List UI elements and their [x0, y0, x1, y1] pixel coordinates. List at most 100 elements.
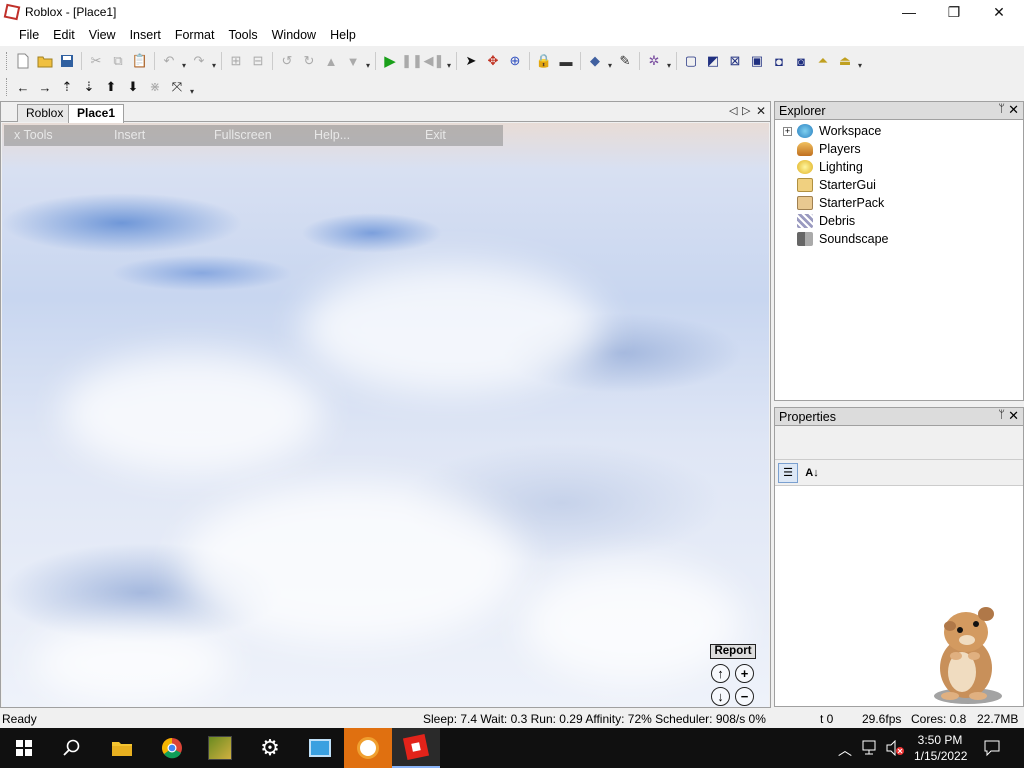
surface-dropdown-icon[interactable]: ▾ — [665, 50, 673, 72]
menu-help[interactable]: Help — [323, 28, 363, 42]
game-menu-fullscreen[interactable]: Fullscreen — [214, 128, 272, 142]
new-file-icon[interactable] — [12, 50, 34, 72]
menu-format[interactable]: Format — [168, 28, 222, 42]
toolbar-grip-2[interactable] — [6, 78, 9, 96]
volume-muted-icon[interactable] — [885, 740, 905, 756]
toolbar-grip[interactable] — [6, 52, 9, 70]
rotate-left-icon[interactable]: ↺ — [276, 50, 298, 72]
close-button[interactable]: ✕ — [976, 0, 1022, 24]
lock-icon[interactable]: 🔒 — [533, 50, 555, 72]
tab-close-icon[interactable]: ✕ — [756, 104, 766, 118]
anchor-icon[interactable]: ▬ — [555, 50, 577, 72]
tab-next-icon[interactable]: ▷ — [742, 104, 750, 117]
explorer-pin-icon[interactable]: ᛘ — [998, 103, 1005, 115]
tree-item-starterpack[interactable]: StarterPack — [775, 194, 1023, 212]
undo-dropdown-icon[interactable]: ▾ — [180, 50, 188, 72]
glue-surface-icon[interactable]: ◩ — [702, 50, 724, 72]
camera-tilt-up-icon[interactable]: ⇡ — [56, 76, 78, 98]
camera-zoom-extents-icon[interactable]: ⋇ — [144, 76, 166, 98]
open-folder-icon[interactable] — [34, 50, 56, 72]
sort-by-category-icon[interactable]: ☰ — [778, 462, 798, 483]
taskbar-file-explorer[interactable] — [98, 728, 146, 768]
taskbar-vpn-app[interactable] — [344, 728, 392, 768]
studs-surface-icon[interactable]: ▣ — [746, 50, 768, 72]
smooth-surface-icon[interactable]: ▢ — [680, 50, 702, 72]
run-play-icon[interactable]: ▶ — [379, 50, 401, 72]
camera-tilt-down-button[interactable]: ↓ — [711, 687, 730, 706]
menu-edit[interactable]: Edit — [46, 28, 82, 42]
sort-alphabetical-icon[interactable]: A↓ — [801, 467, 823, 479]
clock-area[interactable]: 3:50 PM 1/15/2022 — [914, 732, 967, 764]
axis-move-icon[interactable]: ⊕ — [504, 50, 526, 72]
game-menu-tools[interactable]: x Tools — [14, 128, 53, 142]
camera-down-icon[interactable]: ⬇ — [122, 76, 144, 98]
network-icon[interactable] — [862, 740, 880, 756]
tray-overflow-chevron-icon[interactable]: ︿ — [838, 740, 852, 760]
taskbar-control-panel[interactable] — [296, 728, 344, 768]
minimize-button[interactable]: — — [886, 0, 932, 24]
group-icon[interactable]: ⊞ — [225, 50, 247, 72]
tree-item-soundscape[interactable]: Soundscape — [775, 230, 1023, 248]
move-down-icon[interactable]: ▼ — [342, 50, 364, 72]
camera-zoom-in-button[interactable]: + — [735, 664, 754, 683]
ungroup-icon[interactable]: ⊟ — [247, 50, 269, 72]
universal-surface-icon[interactable]: ◙ — [790, 50, 812, 72]
weld-surface-icon[interactable]: ⊠ — [724, 50, 746, 72]
report-button[interactable]: Report — [710, 644, 756, 659]
motor-icon[interactable]: ⏏ — [834, 50, 856, 72]
inlet-surface-icon[interactable]: ◘ — [768, 50, 790, 72]
properties-pin-icon[interactable]: ᛘ — [998, 409, 1005, 421]
redo-icon[interactable]: ↷ — [188, 50, 210, 72]
menu-insert[interactable]: Insert — [123, 28, 168, 42]
camera-pan-right-icon[interactable]: → — [34, 76, 56, 98]
hinge-icon[interactable]: ⏶ — [812, 50, 834, 72]
taskbar-settings[interactable]: ⚙ — [246, 728, 294, 768]
expand-icon[interactable]: + — [783, 126, 792, 136]
camera-up-icon[interactable]: ⬆ — [100, 76, 122, 98]
menu-view[interactable]: View — [82, 28, 123, 42]
camera-pan-left-icon[interactable]: ← — [12, 76, 34, 98]
paint-bucket-icon[interactable]: ◆ — [584, 50, 606, 72]
toolbar-overflow-icon[interactable]: ▾ — [856, 50, 864, 72]
select-pointer-icon[interactable]: ➤ — [460, 50, 482, 72]
game-menu-help[interactable]: Help... — [314, 128, 350, 142]
cut-icon[interactable]: ✂ — [85, 50, 107, 72]
drag-move-icon[interactable]: ✥ — [482, 50, 504, 72]
undo-icon[interactable]: ↶ — [158, 50, 180, 72]
explorer-close-icon[interactable]: ✕ — [1008, 102, 1019, 118]
save-icon[interactable] — [56, 50, 78, 72]
rotate-right-icon[interactable]: ↻ — [298, 50, 320, 72]
game-viewport[interactable]: x Tools Insert Fullscreen Help... Exit R… — [2, 123, 769, 707]
tree-item-startergui[interactable]: StarterGui — [775, 176, 1023, 194]
camera-zoom-out-button[interactable]: − — [735, 687, 754, 706]
maximize-button[interactable]: ❐ — [931, 0, 977, 24]
paint-dropdown-icon[interactable]: ▾ — [606, 50, 614, 72]
search-button[interactable] — [48, 728, 96, 768]
reset-icon[interactable]: ◀❚ — [423, 50, 445, 72]
camera-fit-icon[interactable]: ⤧ — [166, 76, 188, 98]
tab-prev-icon[interactable]: ◁ — [729, 104, 737, 117]
camera-overflow-icon[interactable]: ▾ — [188, 76, 196, 98]
run-overflow-chevron-icon[interactable]: ▾ — [445, 50, 453, 72]
properties-close-icon[interactable]: ✕ — [1008, 408, 1019, 424]
tree-item-lighting[interactable]: Lighting — [775, 158, 1023, 176]
surface-icon[interactable]: ✲ — [643, 50, 665, 72]
game-menu-exit[interactable]: Exit — [425, 128, 446, 142]
dropper-icon[interactable]: ✎ — [614, 50, 636, 72]
menu-window[interactable]: Window — [265, 28, 323, 42]
menu-tools[interactable]: Tools — [221, 28, 264, 42]
taskbar-game-app[interactable] — [196, 728, 244, 768]
redo-dropdown-icon[interactable]: ▾ — [210, 50, 218, 72]
tab-place1[interactable]: Place1 — [68, 104, 125, 123]
copy-icon[interactable]: ⧉ — [107, 50, 129, 72]
taskbar-roblox-studio[interactable] — [392, 728, 440, 768]
menu-file[interactable]: File — [12, 28, 46, 42]
game-menu-insert[interactable]: Insert — [114, 128, 145, 142]
move-up-icon[interactable]: ▲ — [320, 50, 342, 72]
overflow-chevron-icon[interactable]: ▾ — [364, 50, 372, 72]
start-button[interactable] — [0, 728, 48, 768]
tree-item-debris[interactable]: Debris — [775, 212, 1023, 230]
camera-tilt-up-button[interactable]: ↑ — [711, 664, 730, 683]
paste-icon[interactable]: 📋 — [129, 50, 151, 72]
pause-icon[interactable]: ❚❚ — [401, 50, 423, 72]
